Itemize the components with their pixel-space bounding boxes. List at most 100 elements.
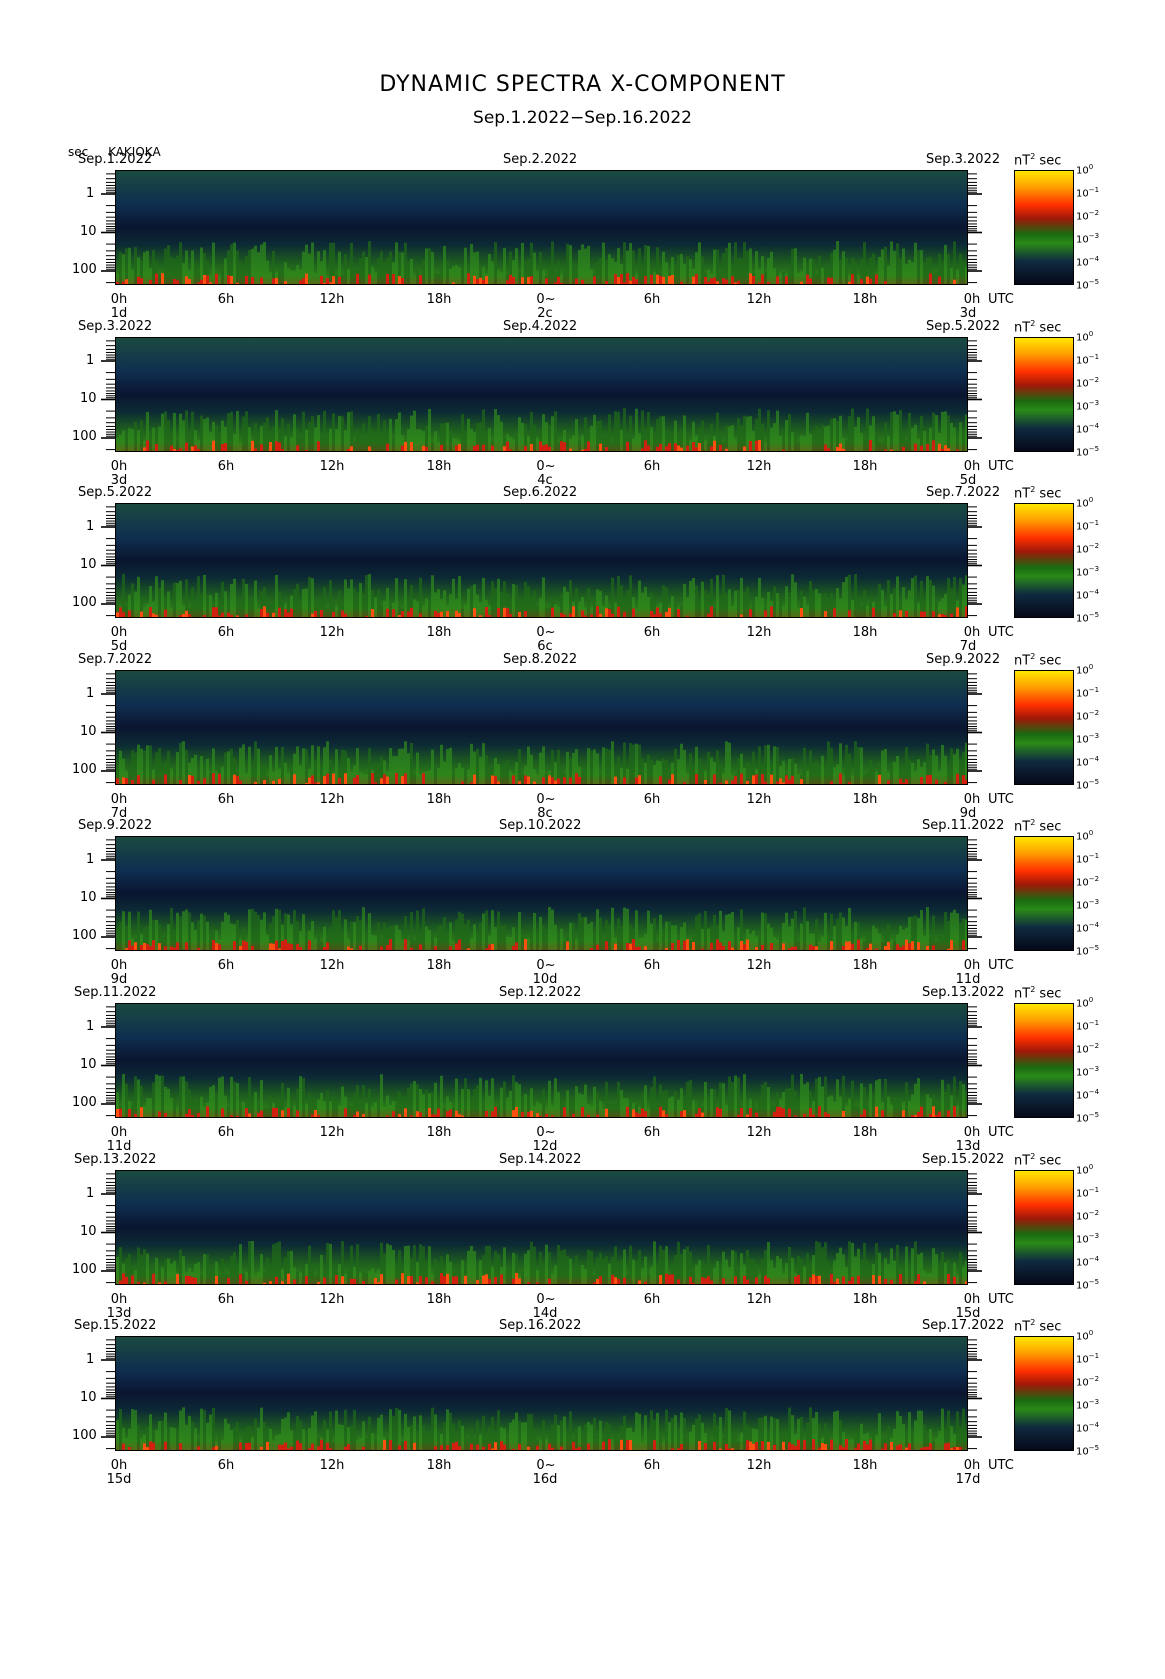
spectrum-peak — [245, 1280, 248, 1284]
spectrum-column — [701, 928, 704, 950]
spectrum-column — [254, 1418, 257, 1450]
spectrum-column — [932, 1248, 935, 1284]
spectrum-column — [227, 1423, 230, 1450]
spectrum-peak — [386, 1115, 389, 1117]
spectrum-peak — [482, 279, 485, 284]
spectrum-column — [476, 594, 479, 617]
spectrum-column — [167, 1258, 170, 1284]
spectrum-peak — [311, 775, 314, 784]
spectrum-column — [257, 748, 260, 784]
spectrum-column — [224, 258, 227, 284]
y-axis-ticks-right — [968, 839, 982, 950]
spectrum-column — [743, 415, 746, 451]
spectrum-column — [467, 418, 470, 451]
x-tick-label: 6h — [217, 1292, 235, 1307]
spectrum-column — [515, 248, 518, 284]
spectrum-peak — [527, 1111, 530, 1117]
spectrum-peak — [788, 779, 791, 784]
spectrum-peak — [623, 777, 626, 784]
spectrum-column — [536, 271, 539, 284]
spectrum-column — [584, 1269, 587, 1284]
spectrum-column — [560, 1420, 563, 1450]
spectrum-peak — [848, 1281, 851, 1284]
spectrum-peak — [332, 773, 335, 784]
spectrum-column — [839, 598, 842, 617]
spectrum-peak — [680, 1111, 683, 1117]
spectrum-peak — [305, 782, 308, 784]
spectrum-column — [791, 432, 794, 451]
spectrum-column — [239, 442, 242, 451]
spectrum-column — [503, 248, 506, 284]
spectrum-peak — [620, 274, 623, 284]
spectrum-column — [218, 432, 221, 451]
spectrum-column — [812, 430, 815, 451]
spectrum-peak — [146, 440, 149, 451]
spectrum-peak — [749, 1108, 752, 1117]
spectrum-column — [686, 1246, 689, 1284]
spectrum-peak — [200, 279, 203, 284]
spectrum-column — [215, 1092, 218, 1117]
spectrum-column — [914, 1420, 917, 1450]
spectrum-column — [440, 925, 443, 950]
y-tick-label: 10 — [80, 890, 97, 905]
spectrum-column — [851, 775, 854, 784]
spectrum-column — [674, 602, 677, 617]
spectrum-column — [212, 1407, 215, 1450]
x-tick-label: 12h — [319, 1292, 345, 1307]
spectrum-column — [323, 250, 326, 284]
spectrum-column — [530, 754, 533, 784]
spectrum-column — [623, 242, 626, 284]
spectrum-peak — [842, 448, 845, 451]
spectrum-peak — [494, 1442, 497, 1450]
spectrum-column — [296, 1271, 299, 1284]
spectrum-column — [470, 743, 473, 784]
spectrum-column — [644, 1415, 647, 1450]
spectrum-peak — [851, 274, 854, 284]
y-axis-ticks-right — [968, 1339, 982, 1450]
spectrum-column — [146, 603, 149, 617]
spectrum-peak — [269, 943, 272, 950]
spectrum-peak — [692, 442, 695, 451]
spectrum-peak — [803, 1113, 806, 1117]
spectrum-column — [686, 773, 689, 784]
spectrum-column — [392, 1416, 395, 1450]
spectrum-peak — [926, 775, 929, 784]
spectrum-peak — [824, 611, 827, 617]
spectrum-peak — [236, 615, 239, 617]
spectrum-peak — [614, 274, 617, 284]
spectrum-column — [389, 418, 392, 451]
spectrum-column — [656, 1100, 659, 1117]
spectrum-peak — [653, 1440, 656, 1450]
spectrum-column — [362, 774, 365, 784]
spectrum-column — [239, 1106, 242, 1117]
spectrum-peak — [356, 273, 359, 284]
spectrum-column — [161, 936, 164, 950]
spectrum-column — [710, 1088, 713, 1117]
spectrum-peak — [527, 1446, 530, 1450]
spectrum-column — [677, 1428, 680, 1450]
spectrum-peak — [326, 942, 329, 950]
spectrum-peak — [527, 776, 530, 784]
spectrum-peak — [851, 943, 854, 950]
spectrum-column — [125, 925, 128, 950]
spectrum-column — [830, 747, 833, 784]
spectrum-column — [839, 1096, 842, 1117]
spectrum-column — [614, 602, 617, 617]
y-tick-label: 10 — [80, 224, 97, 239]
spectrum-column — [515, 585, 518, 617]
spectrum-column — [368, 574, 371, 617]
spectrum-peak — [695, 447, 698, 451]
spectrum-column — [314, 1411, 317, 1450]
spectrum-peak — [386, 273, 389, 284]
spectrum-column — [413, 410, 416, 451]
x-tick-label: 0h — [110, 1125, 128, 1140]
spectrum-peak — [299, 947, 302, 950]
spectrum-column — [200, 415, 203, 451]
spectrum-column — [128, 1253, 131, 1284]
spectrum-column — [896, 1244, 899, 1284]
spectrum-column — [353, 441, 356, 451]
spectrum-peak — [716, 939, 719, 950]
spectrum-column — [665, 262, 668, 284]
spectrum-column — [917, 250, 920, 284]
spectrum-peak — [311, 1443, 314, 1450]
